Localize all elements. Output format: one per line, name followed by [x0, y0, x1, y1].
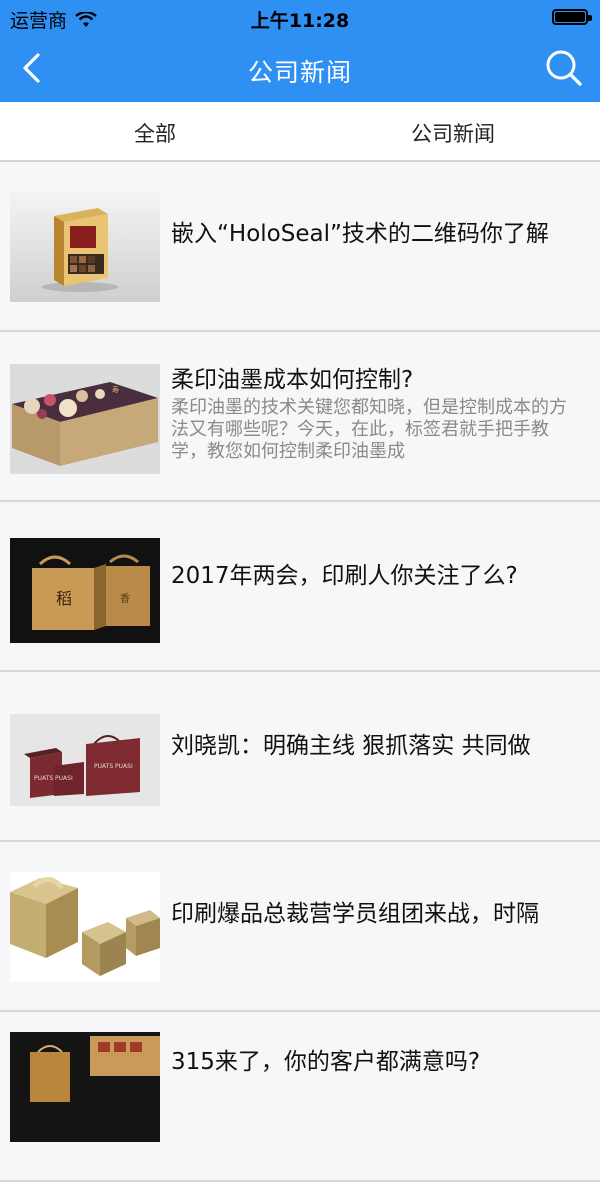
- status-time: 上午11:28: [250, 10, 350, 32]
- tab-bar: 全部 公司新闻: [0, 102, 600, 162]
- article-thumbnail: [10, 192, 160, 302]
- tab-all[interactable]: 全部: [134, 118, 176, 148]
- article-thumbnail: [10, 1032, 160, 1142]
- nav-bar: 公司新闻: [0, 34, 600, 102]
- article-thumbnail: 稻 香: [10, 538, 160, 648]
- status-bar: 运营商 上午11:28: [0, 0, 600, 34]
- article-title: 嵌入“HoloSeal”技术的二维码你了解: [171, 221, 549, 247]
- article-title: 印刷爆品总裁营学员组团来战，时隔: [171, 901, 539, 927]
- svg-text:香: 香: [120, 593, 130, 605]
- svg-text:寿: 寿: [112, 385, 119, 394]
- svg-text:稻: 稻: [56, 589, 72, 608]
- thumbnail-brand-text: PUATS PUASI: [94, 763, 133, 770]
- list-item[interactable]: PUATS PUASI PUATS PUASI 刘晓凯：明确主线 狠抓落实 共同…: [0, 672, 600, 842]
- article-title: 刘晓凯：明确主线 狠抓落实 共同做: [171, 733, 531, 759]
- search-icon[interactable]: [542, 46, 586, 90]
- article-thumbnail: [10, 872, 160, 982]
- article-title: 2017年两会，印刷人你关注了么?: [171, 563, 518, 589]
- article-summary: 柔印油墨的技术关键您都知晓，但是控制成本的方法又有哪些呢？今天，在此，标签君就手…: [171, 397, 567, 462]
- page-title: 公司新闻: [247, 58, 352, 87]
- article-title: 315来了，你的客户都满意吗?: [171, 1049, 481, 1075]
- battery-icon: [552, 9, 592, 25]
- article-thumbnail: 寿: [10, 364, 160, 474]
- list-item[interactable]: 寿 柔印油墨成本如何控制? 柔印油墨的技术关键您都知晓，但是控制成本的方法又有哪…: [0, 332, 600, 502]
- list-item[interactable]: 315来了，你的客户都满意吗?: [0, 1012, 600, 1182]
- list-item[interactable]: 印刷爆品总裁营学员组团来战，时隔: [0, 842, 600, 1012]
- tab-company-news[interactable]: 公司新闻: [411, 118, 495, 148]
- list-item[interactable]: 嵌入“HoloSeal”技术的二维码你了解: [0, 162, 600, 332]
- list-item[interactable]: 稻 香 2017年两会，印刷人你关注了么?: [0, 502, 600, 672]
- thumbnail-brand-text: PUATS PUASI: [34, 775, 73, 782]
- article-thumbnail: PUATS PUASI PUATS PUASI: [10, 714, 160, 824]
- article-title: 柔印油墨成本如何控制?: [171, 367, 414, 393]
